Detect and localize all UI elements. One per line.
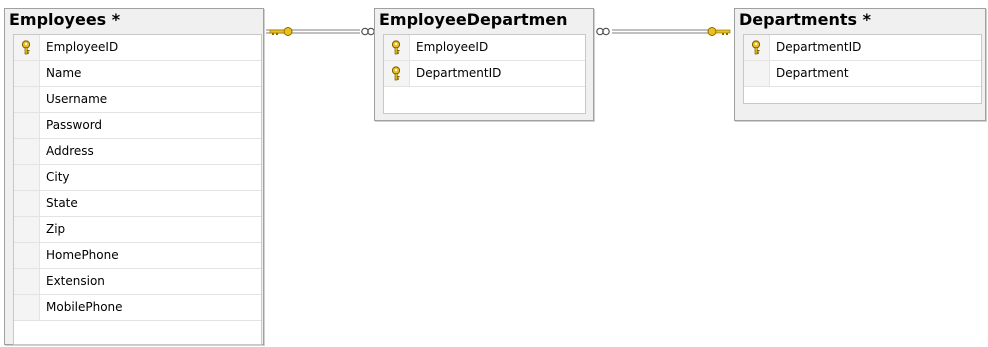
row-selector[interactable]	[14, 191, 40, 216]
column-name: Department	[776, 66, 849, 80]
column-name: Username	[46, 92, 108, 106]
table-departments[interactable]: Departments * DepartmentID Department	[734, 8, 986, 121]
column-list: EmployeeID DepartmentID	[384, 35, 585, 87]
column-row[interactable]: MobilePhone	[14, 295, 261, 321]
column-row[interactable]: EmployeeID	[384, 35, 585, 61]
column-row[interactable]: Zip	[14, 217, 261, 243]
column-grid: DepartmentID Department	[743, 34, 982, 104]
column-name: Address	[46, 144, 94, 158]
infinity-end-icon	[361, 27, 375, 36]
column-row[interactable]: EmployeeID	[14, 35, 261, 61]
column-row[interactable]: State	[14, 191, 261, 217]
row-selector[interactable]	[14, 217, 40, 242]
key-end-icon	[707, 27, 731, 36]
row-selector[interactable]	[14, 61, 40, 86]
column-name: DepartmentID	[776, 40, 862, 54]
column-list: DepartmentID Department	[744, 35, 981, 87]
column-row[interactable]: DepartmentID	[384, 61, 585, 87]
column-name: State	[46, 196, 78, 210]
table-title[interactable]: Departments *	[739, 10, 979, 29]
row-selector[interactable]	[14, 165, 40, 190]
column-list: EmployeeID Name Username Password Address Cit…	[14, 35, 261, 321]
row-selector[interactable]	[384, 35, 410, 60]
primary-key-icon	[391, 66, 401, 81]
column-name: HomePhone	[46, 248, 119, 262]
table-employees[interactable]: Employees * EmployeeID Name Username Passwo…	[4, 8, 264, 345]
empty-row	[14, 321, 261, 331]
relationship-employees-employeedepartment[interactable]	[266, 27, 375, 36]
table-employeedepartment[interactable]: EmployeeDepartmen EmployeeID DepartmentID	[374, 8, 594, 121]
column-name: Password	[46, 118, 103, 132]
row-selector[interactable]	[744, 35, 770, 60]
empty-row	[384, 87, 585, 97]
row-selector[interactable]	[14, 35, 40, 60]
row-selector[interactable]	[14, 243, 40, 268]
row-selector[interactable]	[14, 113, 40, 138]
infinity-end-icon	[596, 27, 610, 36]
row-selector[interactable]	[14, 269, 40, 294]
column-row[interactable]: HomePhone	[14, 243, 261, 269]
primary-key-icon	[391, 40, 401, 55]
column-name: Extension	[46, 274, 105, 288]
column-name: MobilePhone	[46, 300, 123, 314]
primary-key-icon	[751, 40, 761, 55]
column-name: Name	[46, 66, 82, 80]
row-selector[interactable]	[14, 87, 40, 112]
row-selector[interactable]	[14, 295, 40, 320]
column-name: City	[46, 170, 70, 184]
column-grid: EmployeeID DepartmentID	[383, 34, 586, 114]
column-row[interactable]: Name	[14, 61, 261, 87]
column-row[interactable]: DepartmentID	[744, 35, 981, 61]
column-name: EmployeeID	[416, 40, 489, 54]
column-row[interactable]: City	[14, 165, 261, 191]
column-row[interactable]: Extension	[14, 269, 261, 295]
column-name: Zip	[46, 222, 66, 236]
row-selector[interactable]	[744, 61, 770, 86]
column-name: EmployeeID	[46, 40, 119, 54]
row-selector[interactable]	[384, 61, 410, 86]
primary-key-icon	[21, 40, 31, 55]
table-title[interactable]: Employees *	[9, 10, 259, 29]
column-row[interactable]: Address	[14, 139, 261, 165]
relationship-employeedepartment-departments[interactable]	[596, 27, 731, 36]
column-name: DepartmentID	[416, 66, 502, 80]
column-row[interactable]: Password	[14, 113, 261, 139]
column-row[interactable]: Department	[744, 61, 981, 87]
key-end-icon	[269, 27, 293, 36]
row-selector[interactable]	[14, 139, 40, 164]
column-row[interactable]: Username	[14, 87, 261, 113]
column-grid: EmployeeID Name Username Password Address Cit…	[13, 34, 262, 345]
table-title[interactable]: EmployeeDepartmen	[379, 10, 593, 29]
